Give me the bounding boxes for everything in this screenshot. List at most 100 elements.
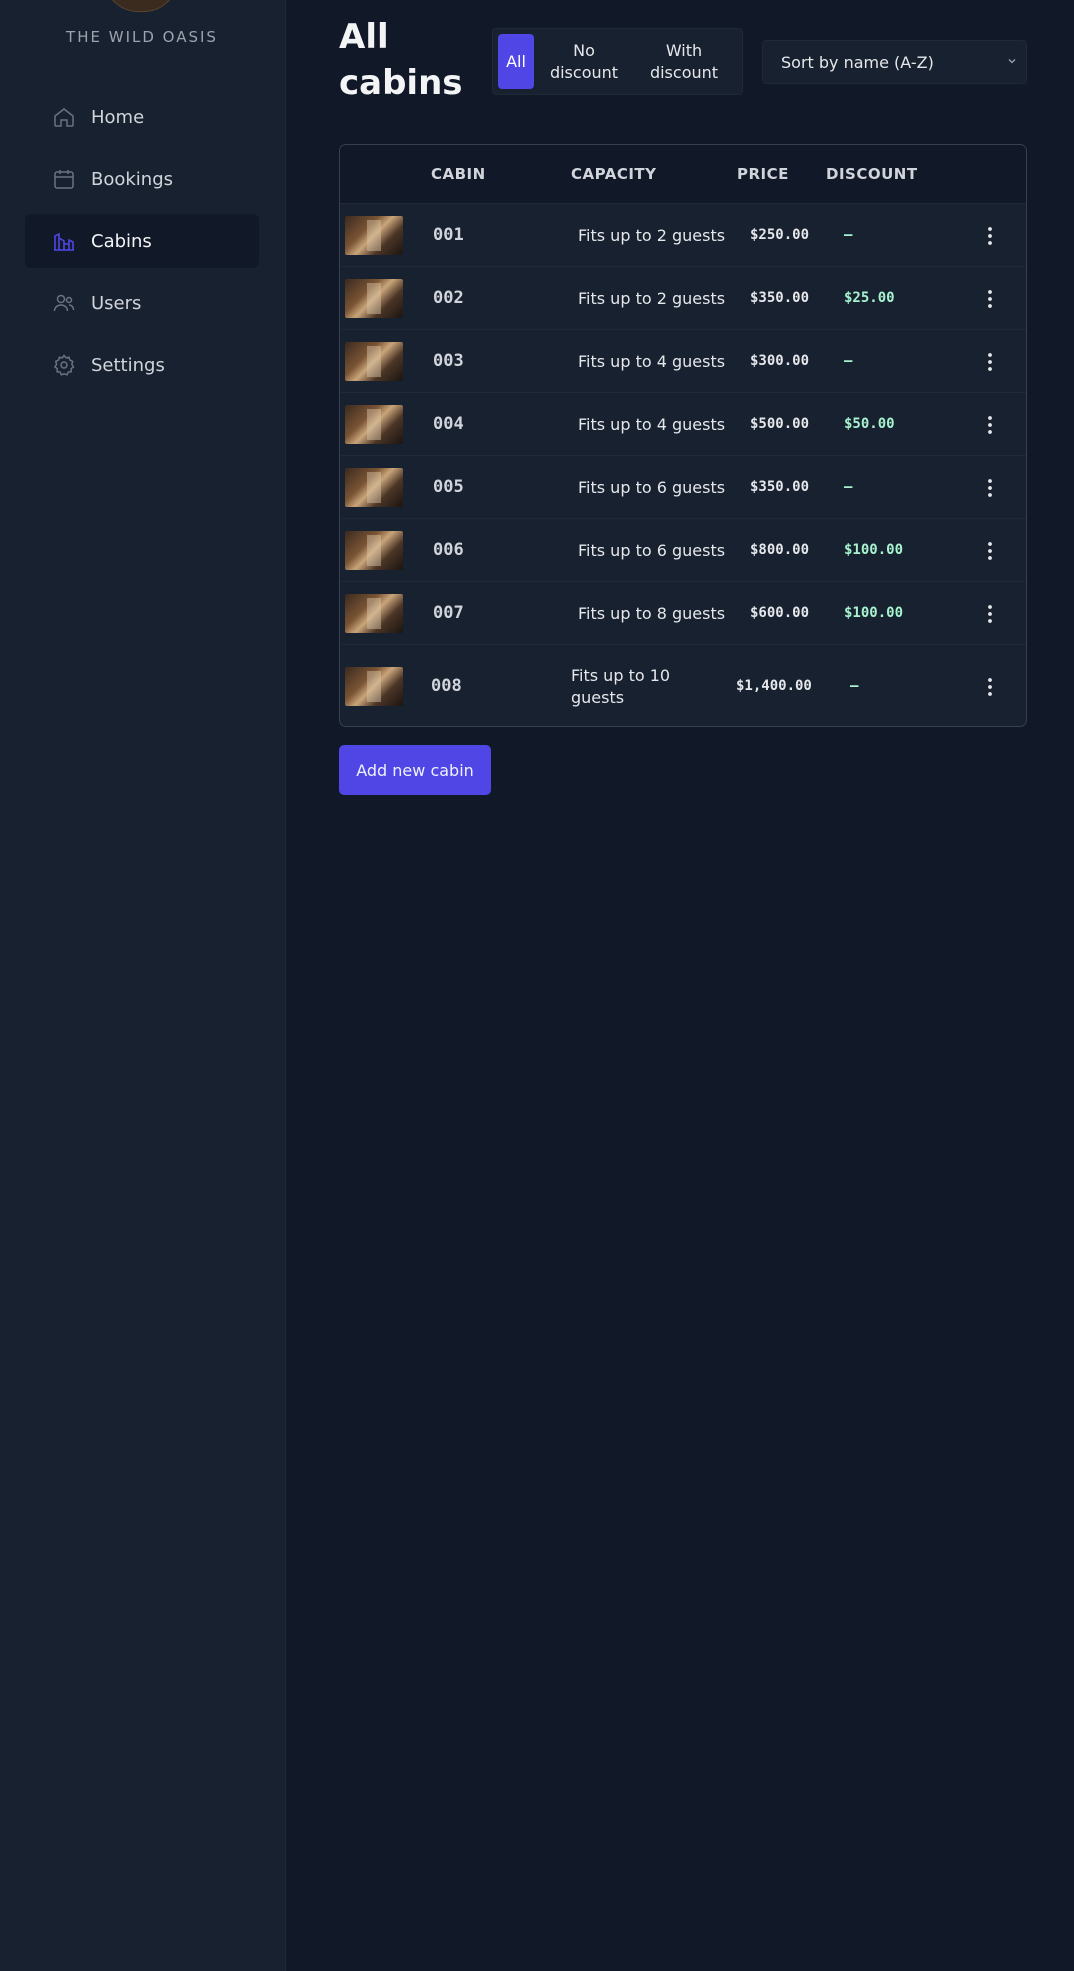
filter-with-discount-button[interactable]: With discount: [634, 40, 734, 84]
chevron-down-icon: [1008, 59, 1016, 64]
more-vertical-icon: [988, 352, 992, 371]
cabin-discount: —: [844, 352, 853, 369]
cabin-discount: —: [850, 677, 859, 694]
cabin-thumbnail: [345, 530, 403, 570]
cabin-discount: $25.00: [844, 289, 895, 306]
filter-no-discount-button[interactable]: No discount: [534, 40, 634, 84]
sidebar: THE WILD OASIS Home Bookings Cabins User…: [0, 0, 286, 1971]
logo-image: [104, 0, 178, 12]
cabin-price: $600.00: [750, 604, 810, 621]
table-row: 005 Fits up to 6 guests $350.00 —: [340, 456, 1026, 519]
sidebar-item-label: Users: [91, 292, 142, 314]
add-cabin-button[interactable]: Add new cabin: [339, 745, 491, 795]
users-icon: [52, 291, 76, 315]
cabin-discount: $100.00: [844, 604, 904, 621]
gear-icon: [52, 353, 76, 377]
cabin-capacity: Fits up to 2 guests: [578, 225, 726, 245]
cabin-thumbnail: [345, 341, 403, 381]
cabin-capacity: Fits up to 10 guests: [571, 665, 671, 707]
sidebar-item-bookings[interactable]: Bookings: [25, 152, 259, 206]
table-row: 003 Fits up to 4 guests $300.00 —: [340, 330, 1026, 393]
row-actions-menu[interactable]: [980, 602, 1000, 626]
cabin-capacity: Fits up to 4 guests: [578, 351, 726, 371]
cabin-price: $1,400.00: [736, 677, 812, 694]
sidebar-item-label: Home: [91, 106, 145, 128]
home-icon: [52, 105, 76, 129]
more-vertical-icon: [988, 415, 992, 434]
row-actions-menu[interactable]: [980, 413, 1000, 437]
row-actions-menu[interactable]: [980, 224, 1000, 248]
cabin-name: 003: [433, 350, 464, 371]
cabin-capacity: Fits up to 2 guests: [578, 288, 726, 308]
cabin-price: $500.00: [750, 415, 810, 432]
cabin-thumbnail: [345, 278, 403, 318]
more-vertical-icon: [988, 478, 992, 497]
cabin-price: $300.00: [750, 352, 810, 369]
brand-name: THE WILD OASIS: [66, 28, 218, 46]
cabin-name: 001: [433, 224, 464, 245]
sidebar-item-home[interactable]: Home: [25, 90, 259, 144]
cabin-name: 005: [433, 476, 464, 497]
cabin-thumbnail: [345, 593, 403, 633]
cabin-thumbnail: [345, 467, 403, 507]
table-row: 001 Fits up to 2 guests $250.00 —: [340, 204, 1026, 267]
sidebar-item-label: Bookings: [91, 168, 174, 190]
sort-select-value: Sort by name (A-Z): [781, 52, 934, 72]
row-actions-menu[interactable]: [980, 350, 1000, 374]
cabin-price: $250.00: [750, 226, 810, 243]
cabin-thumbnail: [345, 666, 403, 706]
cabin-price: $800.00: [750, 541, 810, 558]
column-header-capacity: CAPACITY: [571, 165, 657, 183]
sidebar-item-label: Cabins: [91, 230, 152, 252]
app: THE WILD OASIS Home Bookings Cabins User…: [0, 0, 1074, 1971]
more-vertical-icon: [988, 541, 992, 560]
column-header-discount: DISCOUNT: [826, 165, 918, 183]
cabin-name: 002: [433, 287, 464, 308]
sort-select[interactable]: Sort by name (A-Z): [762, 40, 1027, 84]
cabin-price: $350.00: [750, 478, 810, 495]
cabin-capacity: Fits up to 6 guests: [578, 477, 726, 497]
table-row: 007 Fits up to 8 guests $600.00 $100.00: [340, 582, 1026, 645]
cabin-discount: $50.00: [844, 415, 895, 432]
cabin-discount: —: [844, 226, 853, 243]
column-header-price: PRICE: [737, 165, 789, 183]
row-actions-menu[interactable]: [980, 675, 1000, 699]
cabin-thumbnail: [345, 215, 403, 255]
sidebar-item-users[interactable]: Users: [25, 276, 259, 330]
table-row: 008 Fits up to 10 guests $1,400.00 —: [340, 645, 1026, 726]
sidebar-item-label: Settings: [91, 354, 165, 376]
cabin-thumbnail: [345, 404, 403, 444]
cabin-capacity: Fits up to 8 guests: [578, 603, 726, 623]
table-row: 002 Fits up to 2 guests $350.00 $25.00: [340, 267, 1026, 330]
cabins-table: CABIN CAPACITY PRICE DISCOUNT 001 Fits up…: [339, 144, 1027, 727]
row-actions-menu[interactable]: [980, 287, 1000, 311]
filter-all-button[interactable]: All: [498, 34, 534, 89]
cabins-icon: [52, 229, 76, 253]
more-vertical-icon: [988, 226, 992, 245]
calendar-icon: [52, 167, 76, 191]
cabin-capacity: Fits up to 4 guests: [578, 414, 726, 434]
table-row: 004 Fits up to 4 guests $500.00 $50.00: [340, 393, 1026, 456]
more-vertical-icon: [988, 289, 992, 308]
page-title: All cabins: [339, 17, 463, 103]
column-header-cabin: CABIN: [431, 165, 486, 183]
table-row: 006 Fits up to 6 guests $800.00 $100.00: [340, 519, 1026, 582]
cabin-name: 004: [433, 413, 464, 434]
cabin-price: $350.00: [750, 289, 810, 306]
discount-filter: All No discount With discount: [492, 28, 743, 95]
cabin-name: 006: [433, 539, 464, 560]
cabin-discount: $100.00: [844, 541, 904, 558]
cabin-name: 007: [433, 602, 464, 623]
sidebar-item-cabins[interactable]: Cabins: [25, 214, 259, 268]
cabin-capacity: Fits up to 6 guests: [578, 540, 726, 560]
sidebar-item-settings[interactable]: Settings: [25, 338, 259, 392]
cabin-discount: —: [844, 478, 853, 495]
row-actions-menu[interactable]: [980, 476, 1000, 500]
more-vertical-icon: [988, 677, 992, 696]
main-content: All cabins All No discount With discount…: [286, 0, 1074, 1971]
more-vertical-icon: [988, 604, 992, 623]
cabin-name: 008: [431, 675, 462, 696]
table-header: CABIN CAPACITY PRICE DISCOUNT: [340, 145, 1026, 204]
main-nav: Home Bookings Cabins Users Settings: [25, 90, 259, 400]
row-actions-menu[interactable]: [980, 539, 1000, 563]
